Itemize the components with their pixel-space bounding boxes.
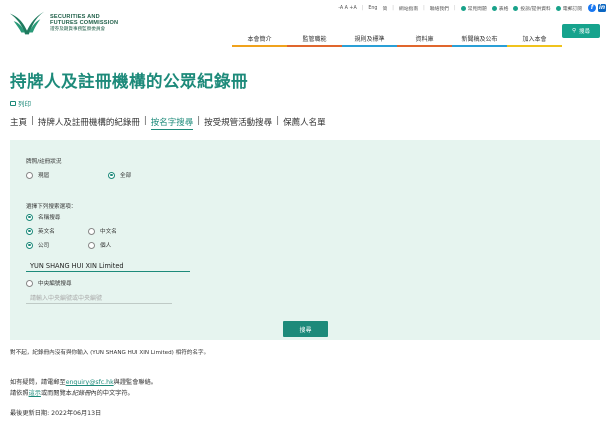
lang-simplified-link[interactable]: 简 — [382, 5, 387, 12]
contact-line2-pre: 請依照 — [10, 390, 29, 397]
nav-rules-standards[interactable]: 規則及標準 — [342, 31, 397, 47]
utility-divider: | — [423, 5, 425, 11]
contact-line1-pre: 如有疑問，請電郵至 — [10, 379, 66, 386]
tab-divider: | — [197, 116, 201, 126]
utility-divider: | — [453, 5, 456, 11]
faq-link[interactable]: 常見問題 — [460, 5, 487, 12]
sfc-logo[interactable]: SECURITIES AND FUTURES COMMISSION 證券及期貨事… — [8, 6, 158, 40]
nav-databases[interactable]: 資料庫 — [397, 31, 452, 47]
tab-register[interactable]: 持牌人及註冊機構的紀錄冊 — [38, 116, 140, 130]
complaint-link[interactable]: 投訴/提供資料 — [513, 5, 551, 12]
name-input[interactable] — [26, 261, 190, 272]
radio-circle-selected — [108, 171, 115, 179]
radio-circle — [88, 241, 95, 249]
corporation-label: 公司 — [38, 243, 50, 249]
individual-label: 個人 — [100, 243, 112, 249]
tab-divider: | — [143, 116, 147, 126]
page-title: 持牌人及註冊機構的公眾紀錄冊 — [10, 72, 248, 91]
english-name-label: 英文名 — [38, 229, 55, 235]
nav-about[interactable]: 本會簡介 — [232, 31, 287, 47]
register-italic: 紀錄冊 — [71, 390, 91, 397]
sfc-emblem-icon — [9, 11, 45, 35]
utility-divider: | — [361, 5, 364, 11]
status-all-radio[interactable]: 全部 — [108, 171, 131, 179]
status-all-label: 全部 — [120, 173, 132, 179]
tab-home[interactable]: 主頁 — [10, 116, 27, 130]
tab-divider: | — [276, 116, 280, 126]
mail-icon — [555, 5, 561, 11]
logo-chinese: 證券及期貨事務監察委員會 — [50, 27, 106, 33]
breadcrumb-tabs: 主頁 | 持牌人及註冊機構的紀錄冊 | 按名字搜尋 | 按受規管活動搜尋 | 保… — [10, 116, 326, 130]
subscribe-link[interactable]: 電郵訂閱 — [555, 5, 582, 12]
contact-line1-post: 與證監會聯絡。 — [113, 379, 157, 386]
site-search-button[interactable]: ⚲ 搜尋 — [562, 24, 600, 38]
contact-line2-mid: 或而閱覽本 — [40, 390, 72, 397]
search-by-name-label: 名稱搜尋 — [38, 215, 61, 221]
print-link[interactable]: 列印 — [10, 98, 31, 108]
facebook-icon[interactable]: f — [588, 4, 596, 12]
search-icon: ⚲ — [571, 28, 576, 34]
corporation-radio[interactable]: 公司 — [26, 241, 49, 249]
english-name-radio[interactable]: 英文名 — [26, 227, 55, 235]
lang-english-link[interactable]: Eng — [368, 6, 377, 11]
contact-info: 如有疑問，請電郵至enquiry@sfc.hk與證監會聯絡。 請依照這示或而閱覽… — [10, 377, 157, 399]
search-by-ce-radio[interactable]: 中央編號搜尋 — [26, 279, 72, 287]
print-label: 列印 — [18, 100, 31, 108]
nav-careers[interactable]: 加入本會 — [507, 31, 562, 47]
radio-circle-selected — [26, 241, 33, 249]
forms-link[interactable]: 表格 — [491, 5, 508, 12]
question-icon — [460, 5, 466, 11]
megaphone-icon — [513, 5, 519, 11]
contact-us-link[interactable]: 聯絡我們 — [430, 5, 449, 12]
here-link[interactable]: 這示 — [29, 390, 41, 397]
font-size-controls[interactable]: -A A +A — [338, 6, 357, 11]
radio-circle — [26, 279, 33, 287]
ce-number-input[interactable] — [26, 293, 172, 304]
utility-divider: | — [392, 5, 394, 11]
contact-line2-post: 內的中文字符。 — [90, 390, 134, 397]
download-icon — [491, 5, 497, 11]
criteria-label: 選擇下列搜索選項： — [26, 204, 77, 210]
chinese-name-radio[interactable]: 中文名 — [88, 227, 117, 235]
radio-circle — [88, 227, 95, 235]
logo-english-line2: FUTURES COMMISSION — [50, 19, 119, 26]
search-by-ce-label: 中央編號搜尋 — [38, 281, 72, 287]
chinese-name-label: 中文名 — [100, 229, 117, 235]
individual-radio[interactable]: 個人 — [88, 241, 111, 249]
nav-news[interactable]: 新聞稿及公布 — [452, 31, 507, 47]
status-current-radio[interactable]: 現屆 — [26, 171, 49, 179]
tab-divider: | — [31, 116, 34, 126]
status-current-label: 現屆 — [38, 173, 50, 179]
printer-icon — [10, 100, 16, 106]
status-label: 牌照/註冊狀況 — [26, 159, 62, 165]
search-by-name-radio[interactable]: 名稱搜尋 — [26, 213, 60, 221]
tab-search-by-name[interactable]: 按名字搜尋 — [150, 116, 194, 130]
linkedin-icon[interactable]: in — [598, 4, 606, 12]
last-updated: 最後更新日期: 2022年06月13日 — [10, 410, 102, 417]
radio-circle — [26, 171, 33, 179]
radio-circle-selected — [26, 213, 33, 221]
tab-sponsor-list[interactable]: 保薦人名單 — [283, 116, 326, 130]
site-search-label: 搜尋 — [579, 29, 591, 35]
main-nav: 本會簡介 監管職能 規則及標準 資料庫 新聞稿及公布 加入本會 — [232, 31, 562, 47]
submit-search-button[interactable]: 搜尋 — [283, 321, 328, 337]
radio-circle-selected — [26, 227, 33, 235]
sitemap-link[interactable]: 網站指南 — [399, 5, 418, 12]
utility-bar: -A A +A | Eng 简 | 網站指南 | 聯絡我們 | 常見問題 表格 … — [333, 3, 606, 13]
search-form-panel: 牌照/註冊狀況 現屆 全部 選擇下列搜索選項： 名稱搜尋 英文名 中文名 公司 … — [10, 140, 600, 340]
enquiry-email-link[interactable]: enquiry@sfc.hk — [66, 379, 114, 386]
tab-search-by-activity[interactable]: 按受規管活動搜尋 — [204, 116, 272, 130]
no-result-message: 對不起，紀錄冊內沒有與你輸入 (YUN SHANG HUI XIN Limite… — [10, 350, 210, 356]
nav-regulatory-functions[interactable]: 監管職能 — [287, 31, 342, 47]
